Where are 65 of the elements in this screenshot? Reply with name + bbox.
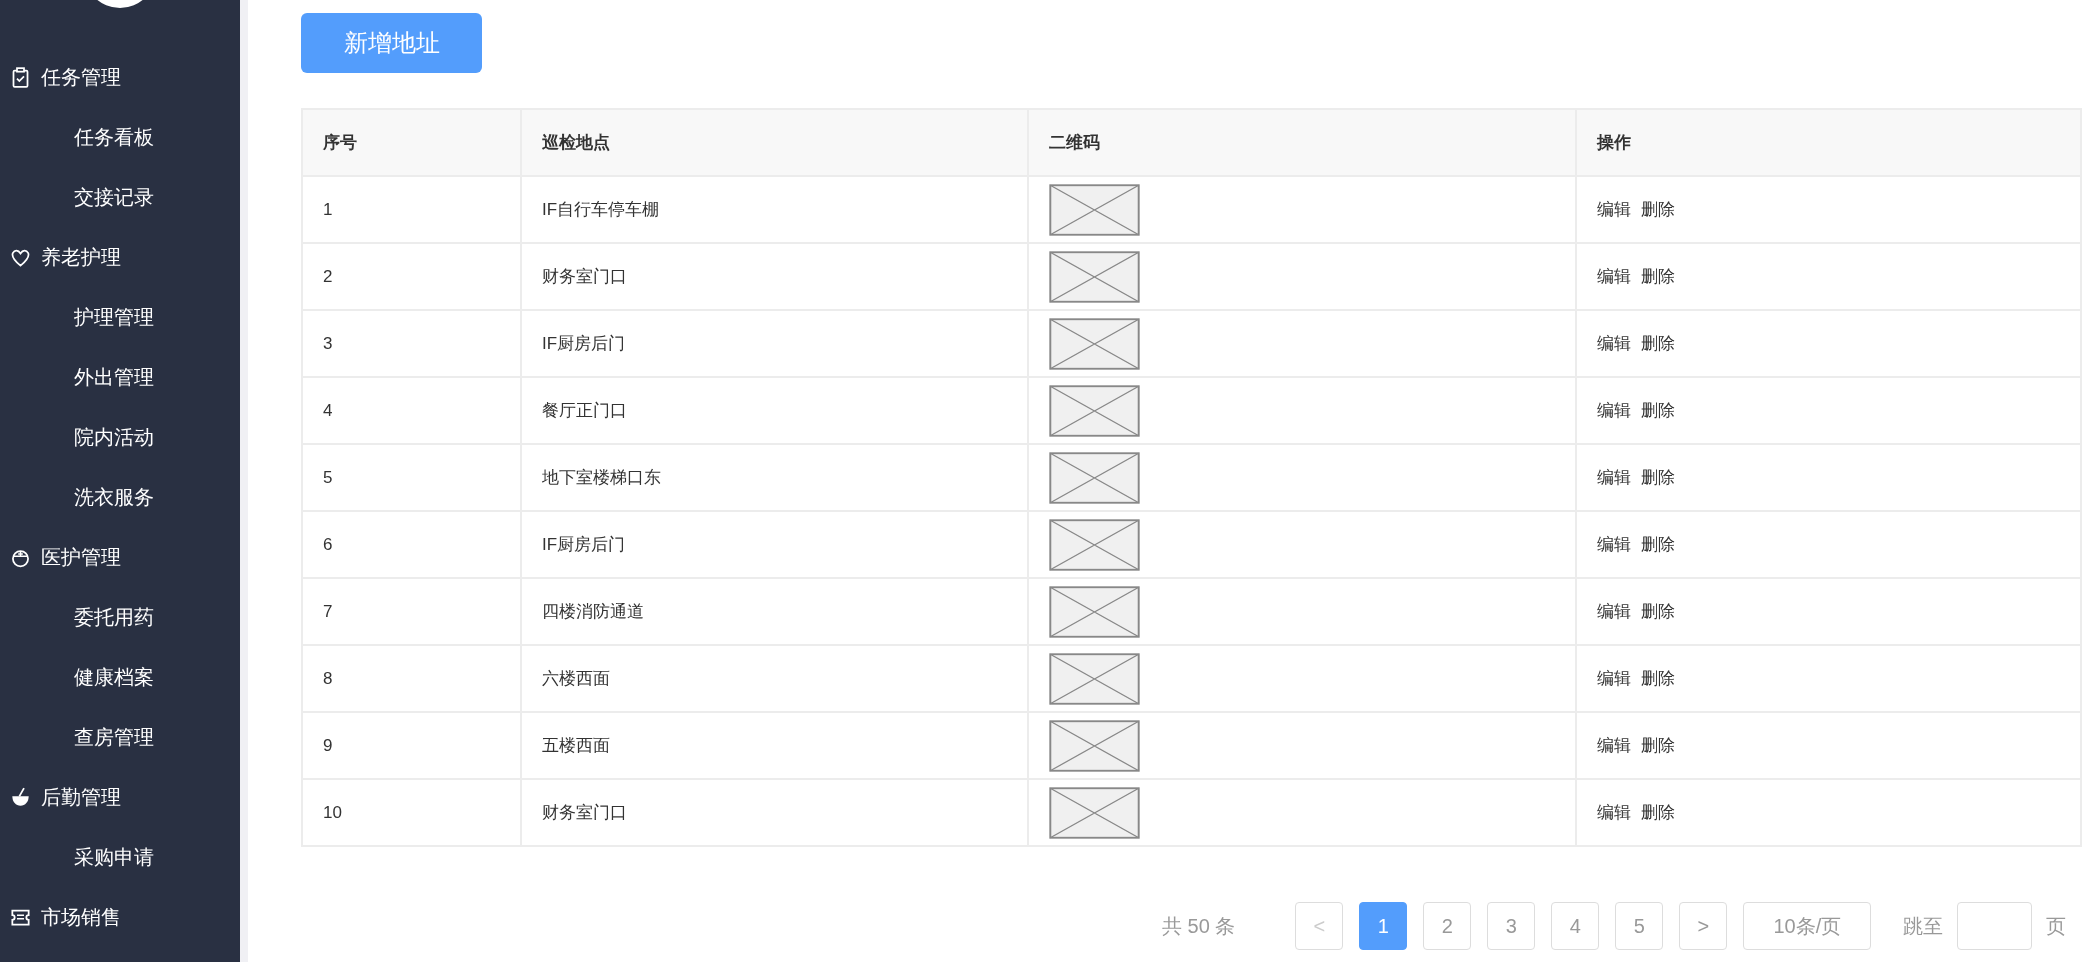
edit-link[interactable]: 编辑: [1597, 669, 1631, 688]
sidebar-group-label[interactable]: 市场销售: [41, 903, 121, 931]
table-cell: 8: [302, 645, 521, 712]
page-input[interactable]: [1957, 902, 2033, 950]
table-cell: 4: [302, 377, 521, 444]
sidebar-group-label[interactable]: 后勤管理: [41, 783, 121, 811]
sidebar-item[interactable]: 院内活动: [74, 423, 154, 451]
delete-link[interactable]: 删除: [1641, 334, 1675, 353]
sidebar-item[interactable]: 采购申请: [74, 843, 154, 871]
table-cell: 地下室楼梯口东: [521, 444, 1028, 511]
table-cell: 六楼西面: [521, 645, 1028, 712]
column-header: 操作: [1576, 109, 2081, 176]
edit-link[interactable]: 编辑: [1597, 267, 1631, 286]
jump-label: 跳至: [1903, 913, 1944, 939]
column-header: 序号: [302, 109, 521, 176]
delete-link[interactable]: 删除: [1641, 803, 1675, 822]
delete-link[interactable]: 删除: [1641, 267, 1675, 286]
table-cell: 五楼西面: [521, 712, 1028, 779]
sidebar-group-label[interactable]: 任务管理: [41, 63, 121, 91]
delete-link[interactable]: 删除: [1641, 200, 1675, 219]
table-cell: 9: [302, 712, 521, 779]
sidebar-item[interactable]: 委托用药: [74, 603, 154, 631]
edit-link[interactable]: 编辑: [1597, 401, 1631, 420]
delete-link[interactable]: 删除: [1641, 669, 1675, 688]
delete-link[interactable]: 删除: [1641, 736, 1675, 755]
table-cell: IF厨房后门: [521, 511, 1028, 578]
sidebar-group-label[interactable]: 养老护理: [41, 243, 121, 271]
table-cell: 6: [302, 511, 521, 578]
table-cell: 财务室门口: [521, 779, 1028, 846]
table-cell: 2: [302, 243, 521, 310]
sidebar-item[interactable]: 任务看板: [74, 123, 154, 151]
sidebar-item[interactable]: 健康档案: [74, 663, 154, 691]
clipboard-check-icon: [10, 66, 31, 88]
sidebar-item[interactable]: 洗衣服务: [74, 483, 154, 511]
edit-link[interactable]: 编辑: [1597, 334, 1631, 353]
table-cell: 1: [302, 176, 521, 243]
table-cell: IF自行车停车棚: [521, 176, 1028, 243]
table-cell: 7: [302, 578, 521, 645]
table-cell: 10: [302, 779, 521, 846]
delete-link[interactable]: 删除: [1641, 401, 1675, 420]
edit-link[interactable]: 编辑: [1597, 602, 1631, 621]
table-cell: 5: [302, 444, 521, 511]
total-count: 共 50 条: [1162, 913, 1236, 939]
edit-link[interactable]: 编辑: [1597, 535, 1631, 554]
table-cell: 餐厅正门口: [521, 377, 1028, 444]
edit-link[interactable]: 编辑: [1597, 468, 1631, 487]
edit-link[interactable]: 编辑: [1597, 803, 1631, 822]
sidebar-item[interactable]: 外出管理: [74, 363, 154, 391]
delete-link[interactable]: 删除: [1641, 535, 1675, 554]
table-cell: IF厨房后门: [521, 310, 1028, 377]
sidebar-group-label[interactable]: 医护管理: [41, 543, 121, 571]
edit-link[interactable]: 编辑: [1597, 736, 1631, 755]
bowl-icon: [10, 786, 31, 808]
sidebar-item[interactable]: 查房管理: [74, 723, 154, 751]
delete-link[interactable]: 删除: [1641, 468, 1675, 487]
table-cell: 3: [302, 310, 521, 377]
sidebar-item[interactable]: 交接记录: [74, 183, 154, 211]
table-cell: 财务室门口: [521, 243, 1028, 310]
table-cell: 四楼消防通道: [521, 578, 1028, 645]
page-suffix: 页: [2046, 913, 2067, 939]
edit-link[interactable]: 编辑: [1597, 200, 1631, 219]
delete-link[interactable]: 删除: [1641, 602, 1675, 621]
column-header: 二维码: [1028, 109, 1576, 176]
sidebar-item[interactable]: 护理管理: [74, 303, 154, 331]
column-header: 巡检地点: [521, 109, 1028, 176]
